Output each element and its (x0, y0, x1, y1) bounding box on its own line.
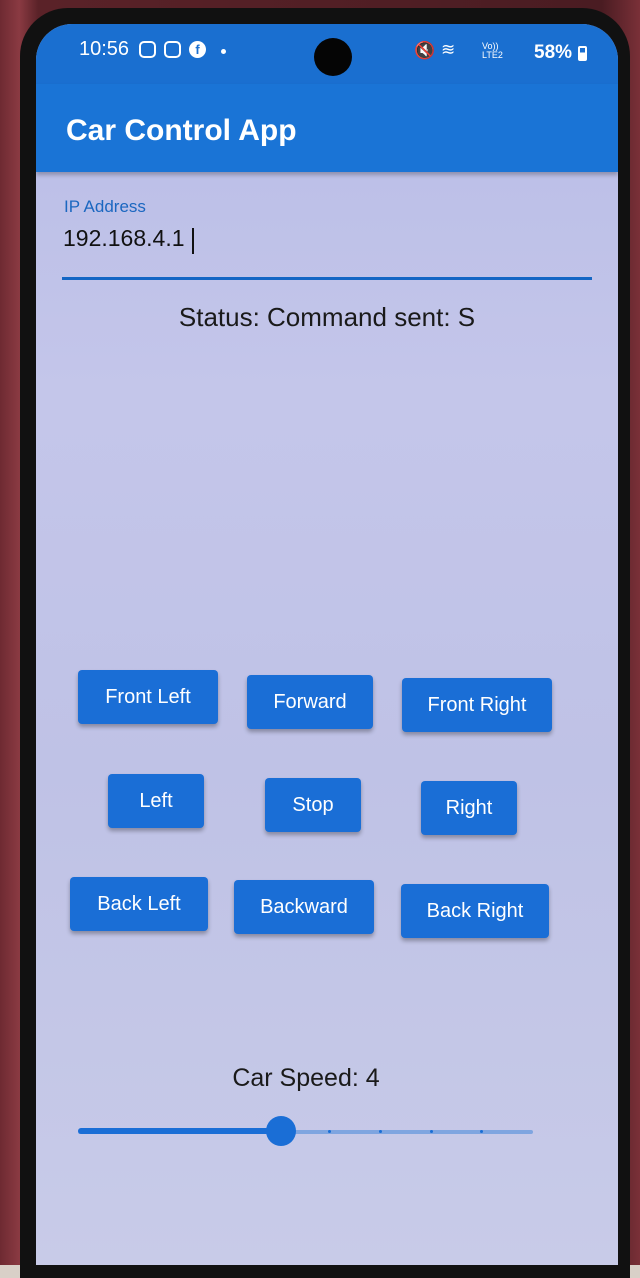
wifi-icon: ≋ (441, 40, 456, 59)
status-bar: 10:56 f 🔇 ≋ Vo)) LTE2 58% (36, 24, 618, 84)
app-title: Car Control App (66, 114, 297, 147)
volte-icon: Vo)) LTE2 (482, 41, 503, 60)
backward-button[interactable]: Backward (234, 880, 374, 934)
text-cursor (192, 228, 194, 254)
slider-tick (379, 1130, 382, 1133)
facebook-icon: f (189, 41, 206, 58)
phone-frame: 10:56 f 🔇 ≋ Vo)) LTE2 58% Car Control Ap… (0, 0, 640, 1278)
ip-address-input[interactable] (62, 220, 592, 280)
front-camera (314, 38, 352, 76)
front-right-button[interactable]: Front Right (402, 678, 552, 732)
car-speed-label: Car Speed: 4 (232, 1064, 380, 1092)
battery-percent: 58% (534, 42, 573, 63)
speed-slider-thumb[interactable] (266, 1116, 296, 1146)
back-right-button[interactable]: Back Right (401, 884, 549, 938)
status-time: 10:56 (79, 38, 130, 60)
screen: 10:56 f 🔇 ≋ Vo)) LTE2 58% Car Control Ap… (36, 24, 618, 1265)
slider-tick (176, 1130, 179, 1133)
slider-tick (328, 1130, 331, 1133)
notification-dot-icon (221, 49, 226, 54)
slider-tick (126, 1130, 129, 1133)
front-left-button[interactable]: Front Left (78, 670, 218, 724)
forward-button[interactable]: Forward (247, 675, 373, 729)
slider-tick (430, 1130, 433, 1133)
left-button[interactable]: Left (108, 774, 204, 828)
app-bar: Car Control App (36, 84, 618, 172)
speed-slider-active-track[interactable] (78, 1128, 280, 1134)
mute-icon: 🔇 (414, 41, 436, 60)
status-text: Status: Command sent: S (178, 302, 476, 332)
slider-tick (226, 1130, 229, 1133)
instagram-icon (139, 41, 156, 58)
stop-button[interactable]: Stop (265, 778, 361, 832)
ip-address-label: IP Address (64, 197, 146, 216)
back-left-button[interactable]: Back Left (70, 877, 208, 931)
slider-tick (480, 1130, 483, 1133)
battery-icon (578, 46, 587, 61)
instagram-icon (164, 41, 181, 58)
right-button[interactable]: Right (421, 781, 517, 835)
